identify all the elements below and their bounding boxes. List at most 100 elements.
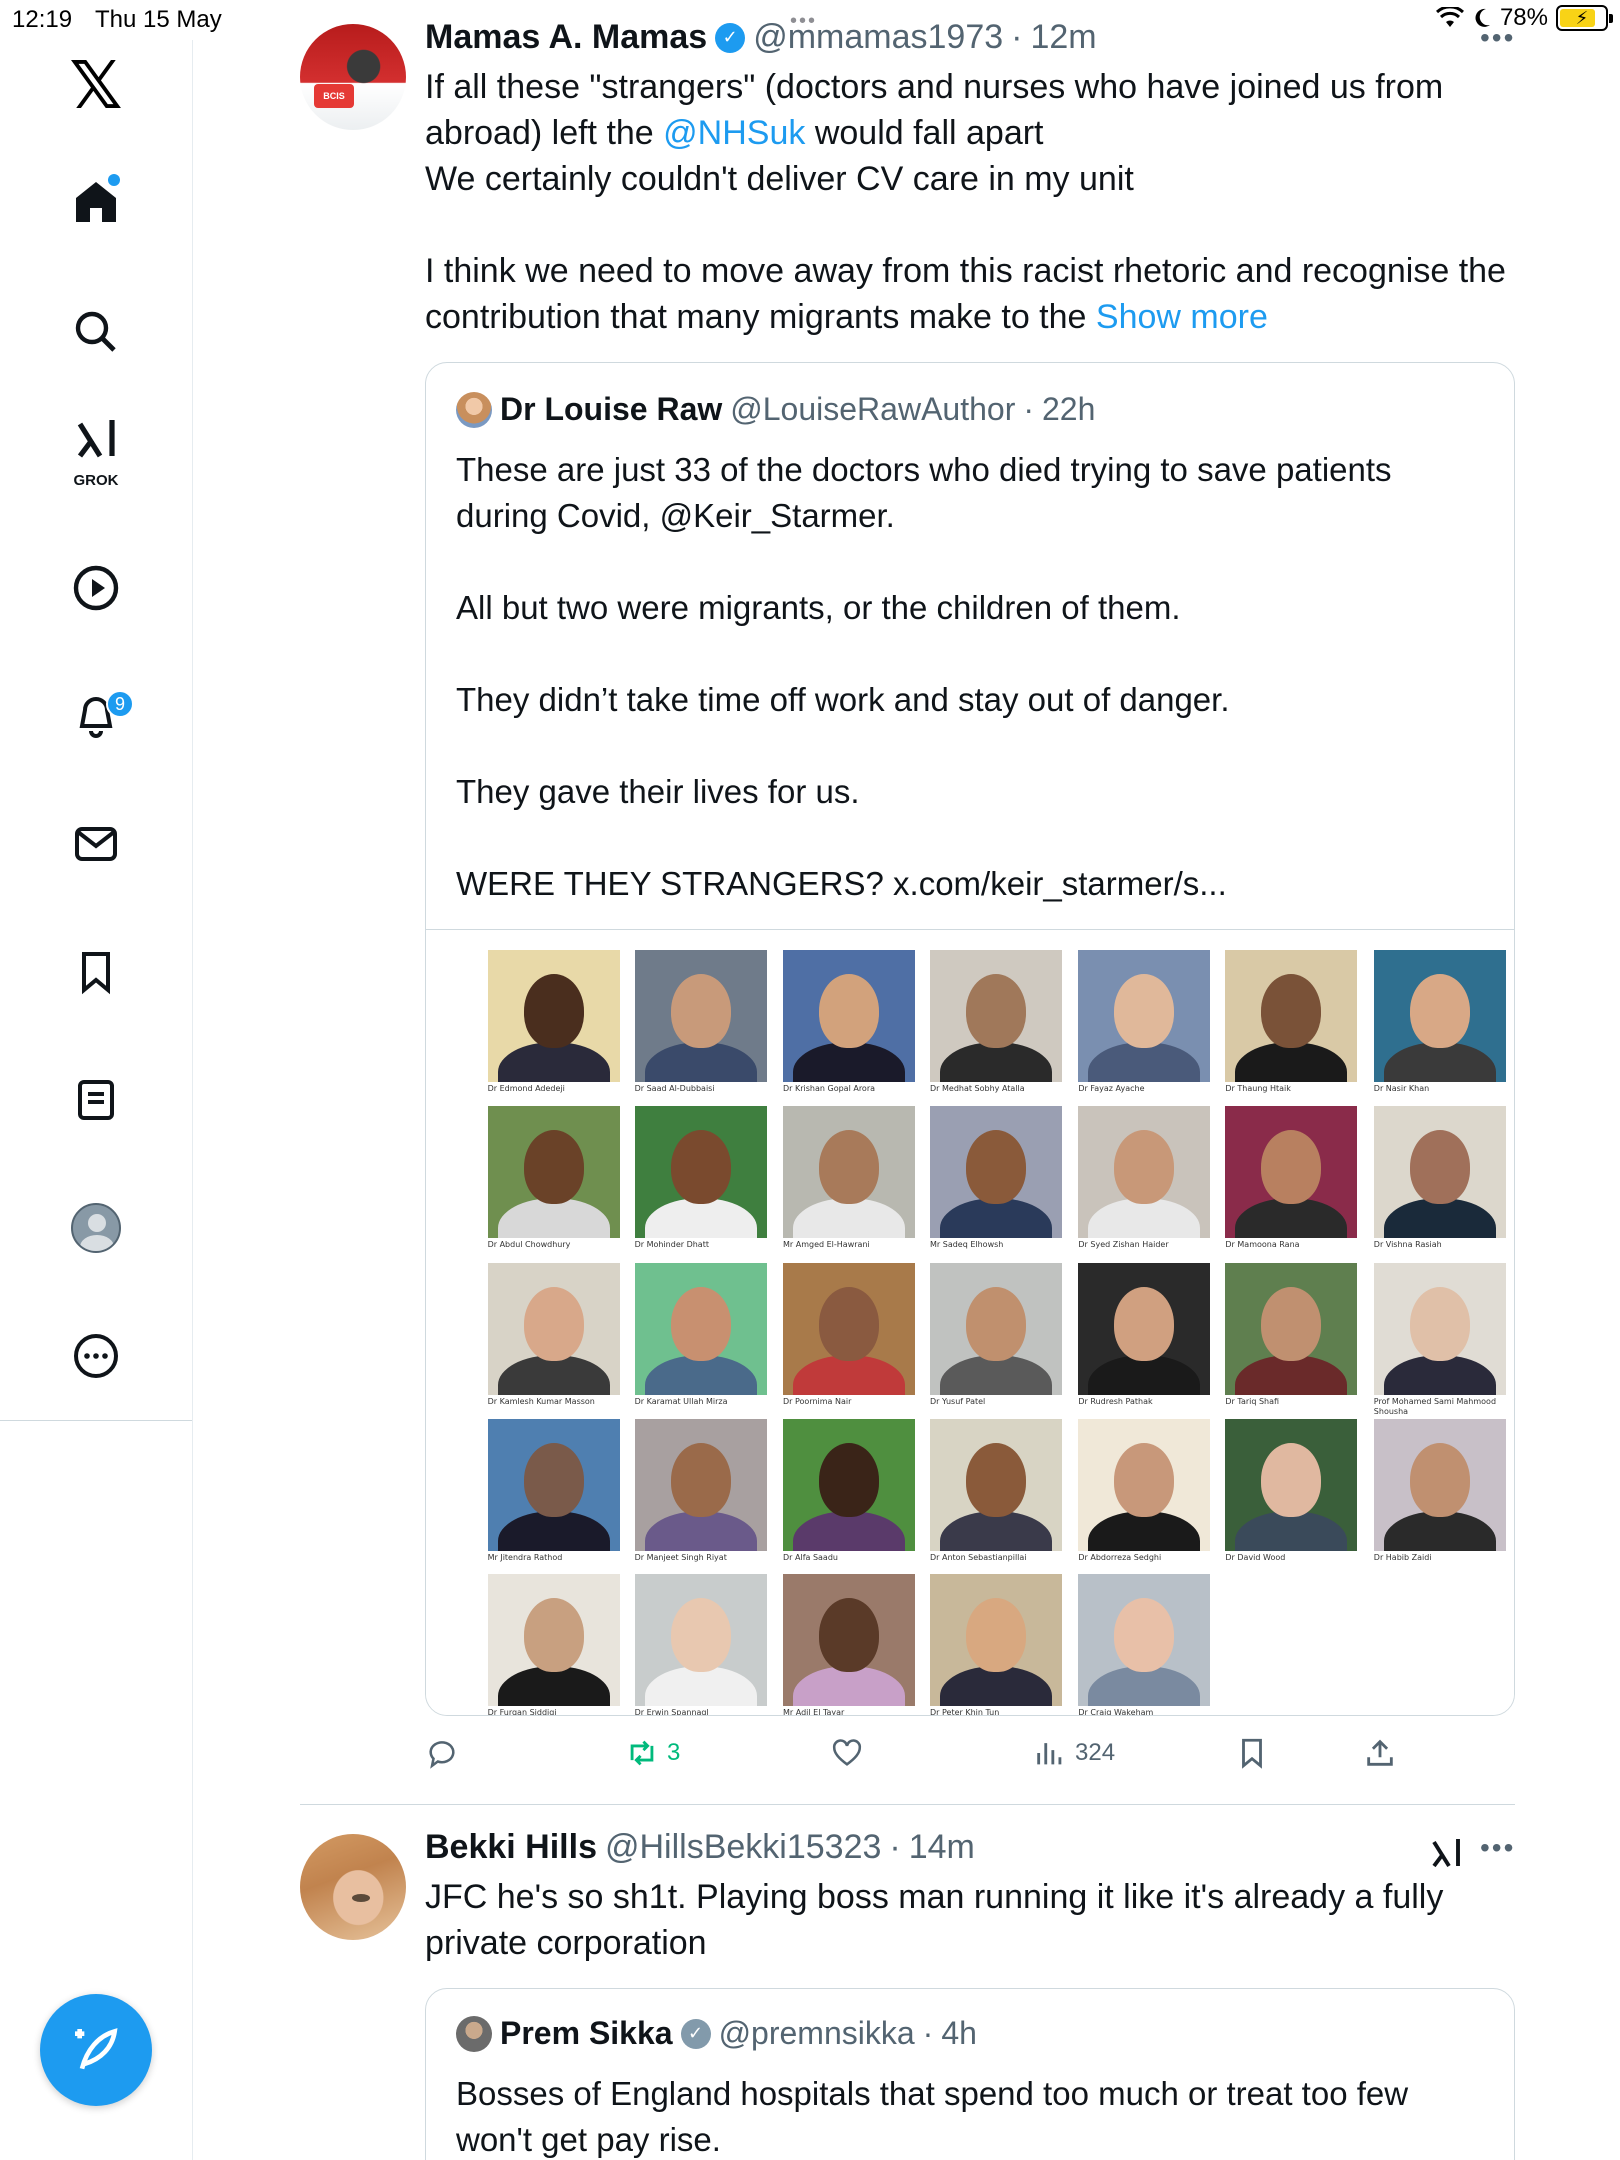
doctor-portrait: [634, 1574, 767, 1706]
quote-text: Bosses of England hospitals that spend t…: [456, 2075, 1409, 2158]
doctor-portrait: [930, 1106, 1062, 1239]
compose-feather-icon: [75, 2028, 118, 2070]
share-button[interactable]: [1363, 1736, 1397, 1770]
post-time[interactable]: 12m: [1030, 18, 1096, 57]
status-date: Thu 15 May: [95, 6, 222, 33]
doctor-name-caption: Dr Mohinder Dhatt: [634, 1240, 709, 1250]
retweet-button[interactable]: 3: [625, 1736, 680, 1770]
doctor-photo: Dr Thaung Htaik: [1225, 949, 1358, 1104]
doctor-photo: Mr Jitendra Rathod: [487, 1418, 620, 1573]
doctors-photo-grid[interactable]: Dr Edmond Adedeji Dr Saad Al-Dubbaisi Dr K…: [426, 929, 1514, 1716]
sidebar-item-lists[interactable]: [58, 1062, 134, 1138]
doctor-photo: Dr Erwin Spannagl: [634, 1574, 767, 1715]
author-handle[interactable]: @mmamas1973: [753, 18, 1003, 57]
bookmark-button[interactable]: [1235, 1736, 1269, 1770]
sidebar-item-grok[interactable]: GROK: [58, 412, 134, 489]
sidebar-item-messages[interactable]: [58, 806, 134, 882]
wifi-icon: [1435, 7, 1464, 27]
author-name[interactable]: Mamas A. Mamas: [425, 18, 707, 57]
post-text: JFC he's so sh1t. Playing boss man runni…: [425, 1878, 1444, 1962]
doctor-name-caption: Dr Peter Khin Tun: [930, 1708, 1000, 1716]
doctor-photo: Dr Manjeet Singh Riyat: [634, 1418, 767, 1573]
doctor-portrait: [1078, 1106, 1211, 1239]
sidebar-item-explore[interactable]: [58, 294, 134, 370]
post-avatar-bekki[interactable]: [300, 1834, 406, 1940]
doctor-photo: Dr Abdul Chowdhury: [487, 1106, 620, 1260]
doctor-photo: Dr Nasir Khan: [1373, 949, 1506, 1104]
doctor-name-caption: Dr Krishan Gopal Arora: [783, 1083, 876, 1093]
sidebar-item-notifications[interactable]: 9: [58, 678, 134, 754]
sidebar-item-video[interactable]: [58, 550, 134, 626]
quote-author-name: Dr Louise Raw: [500, 391, 723, 427]
doctor-portrait: [1373, 1106, 1506, 1239]
views-button[interactable]: 324: [1033, 1736, 1115, 1770]
doctor-photo: Dr Fayaz Ayache: [1078, 949, 1211, 1104]
bookmark-icon: [82, 952, 110, 995]
doctor-portrait: [1225, 1263, 1358, 1396]
doctor-photo: Dr Anton Sebastianpillai: [930, 1418, 1062, 1573]
status-time: 12:19: [12, 6, 73, 33]
author-name[interactable]: Bekki Hills: [425, 1828, 597, 1867]
doctor-photo: Dr Habib Zaidi: [1373, 1418, 1506, 1573]
quote-time: 4h: [941, 2015, 977, 2051]
doctor-portrait: [930, 1418, 1062, 1551]
play-icon: [73, 565, 119, 611]
doctor-name-caption: Prof Mohamed Sami Mahmood Shousha: [1373, 1397, 1497, 1417]
doctor-portrait: [930, 1574, 1062, 1706]
quoted-post[interactable]: Dr Louise Raw @LouiseRawAuthor · 22h The…: [425, 362, 1515, 1716]
doctor-photo: Dr Saad Al-Dubbaisi: [634, 949, 767, 1104]
x-logo-icon[interactable]: 𝕏: [58, 48, 134, 124]
grok-icon[interactable]: [1428, 1836, 1464, 1872]
grok-icon: [77, 420, 115, 458]
compose-button[interactable]: [40, 1994, 152, 2106]
post-more-icon[interactable]: •••: [1480, 22, 1515, 54]
doctor-portrait: [783, 1574, 915, 1706]
quoted-post[interactable]: Prem Sikka ✓ @premnsikka · 4h Bosses of …: [425, 1988, 1515, 2160]
doctor-portrait: [1078, 1263, 1211, 1396]
sidebar-item-home[interactable]: [58, 164, 134, 240]
doctor-portrait: [487, 1574, 620, 1706]
retweet-icon: [630, 1740, 654, 1766]
doctor-name-caption: Dr Rudresh Pathak: [1078, 1397, 1153, 1407]
doctor-photo: Dr Tariq Shafi: [1225, 1263, 1358, 1417]
doctor-photo: Dr Abdorreza Sedghi: [1078, 1418, 1211, 1573]
doctor-name-caption: Dr Kamlesh Kumar Masson: [487, 1397, 595, 1407]
quote-author-handle: @LouiseRawAuthor: [730, 391, 1016, 427]
doctor-photo: Mr Sadeq Elhowsh: [930, 1106, 1062, 1260]
doctor-name-caption: Dr David Wood: [1225, 1552, 1286, 1562]
author-handle[interactable]: @HillsBekki15323: [605, 1828, 881, 1867]
views-chart-icon: [1037, 1743, 1062, 1765]
doctor-photo: Dr Furqan Siddiqi: [487, 1574, 620, 1716]
post-divider: [300, 1804, 1515, 1805]
reply-button[interactable]: [425, 1736, 459, 1770]
post-avatar-mamas[interactable]: BCIS: [300, 24, 406, 130]
sidebar-item-more[interactable]: [58, 1318, 134, 1394]
doctor-portrait: [1225, 1418, 1358, 1551]
doctor-portrait: [487, 1106, 620, 1239]
doctor-name-caption: Mr Amged El-Hawrani: [783, 1240, 870, 1250]
quote-text: These are just 33 of the doctors who die…: [456, 451, 1392, 902]
post-header: Bekki Hills @HillsBekki15323 · 14m: [425, 1828, 975, 1867]
post-time[interactable]: 14m: [909, 1828, 975, 1867]
verified-badge-icon: ✓: [715, 22, 746, 53]
retweet-count: 3: [667, 1739, 681, 1766]
doctor-name-caption: Dr Fayaz Ayache: [1078, 1083, 1145, 1093]
doctor-photo: Mr Amged El-Hawrani: [783, 1106, 915, 1260]
bookmark-icon: [1242, 1738, 1262, 1769]
doctor-name-caption: Dr Furqan Siddiqi: [487, 1708, 557, 1716]
doctor-name-caption: Dr Yusuf Patel: [930, 1397, 986, 1407]
quote-avatar: [456, 391, 492, 428]
sidebar-item-profile[interactable]: [58, 1190, 134, 1266]
show-more-link[interactable]: Show more: [1096, 298, 1268, 336]
sidebar-item-bookmarks[interactable]: [58, 934, 134, 1010]
doctor-name-caption: Dr Anton Sebastianpillai: [930, 1552, 1027, 1562]
post-more-icon[interactable]: •••: [1480, 1832, 1515, 1864]
doctor-name-caption: Dr Tariq Shafi: [1225, 1397, 1280, 1407]
like-button[interactable]: [830, 1736, 864, 1770]
share-icon: [1367, 1739, 1393, 1766]
doctor-photo: Dr Medhat Sobhy Atalla: [930, 949, 1062, 1104]
mention-link[interactable]: @NHSuk: [663, 114, 805, 152]
doctor-portrait: [487, 949, 620, 1082]
views-count: 324: [1075, 1739, 1116, 1766]
doctor-portrait: [930, 949, 1062, 1082]
